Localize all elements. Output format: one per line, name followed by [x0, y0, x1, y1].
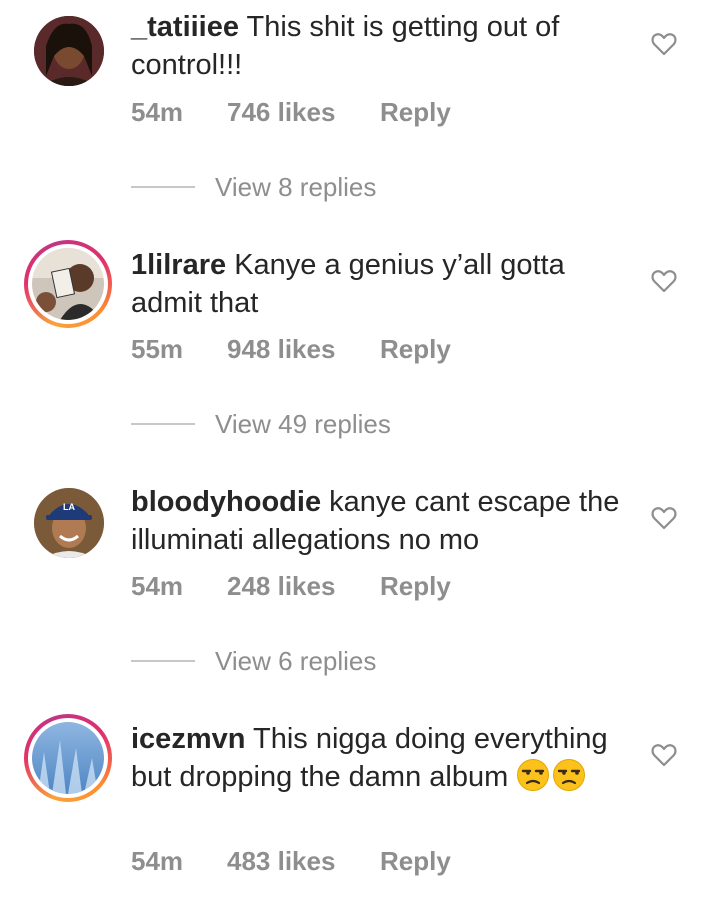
divider-line — [131, 660, 195, 662]
heart-outline-icon[interactable] — [651, 506, 677, 530]
comment-username[interactable]: _tatiiiee — [131, 11, 239, 43]
reply-button[interactable]: Reply — [380, 97, 451, 128]
comment-likes[interactable]: 248 likes — [227, 571, 380, 602]
unamused-face-emoji — [516, 758, 588, 796]
view-replies-button[interactable]: View 49 replies — [131, 409, 531, 439]
avatar-photo — [34, 16, 104, 86]
avatar[interactable]: LA — [24, 478, 112, 566]
comment-meta: 54m 746 likes Reply — [131, 97, 451, 128]
avatar-image — [34, 16, 104, 86]
view-replies-label: View 8 replies — [215, 172, 377, 202]
comment-likes[interactable]: 948 likes — [227, 334, 380, 365]
comment-time: 54m — [131, 846, 184, 876]
view-replies-button[interactable]: View 8 replies — [131, 172, 531, 202]
comment-meta: 54m 248 likes Reply — [131, 571, 451, 602]
svg-text:LA: LA — [63, 502, 75, 512]
view-replies-label: View 6 replies — [215, 646, 377, 676]
comment-time: 54m — [131, 571, 184, 601]
avatar-photo — [32, 248, 104, 320]
comment-meta: 54m 483 likes Reply — [131, 846, 451, 877]
comment-body: 1lilrare Kanye a genius y’all gotta admi… — [131, 246, 621, 322]
comment-username[interactable]: bloodyhoodie — [131, 486, 321, 518]
avatar[interactable] — [24, 714, 112, 802]
avatar-photo: LA — [34, 488, 104, 558]
avatar-image: LA — [34, 488, 104, 558]
avatar-photo — [32, 722, 104, 794]
view-replies-button[interactable]: View 6 replies — [131, 646, 531, 676]
comment-likes[interactable]: 483 likes — [227, 846, 380, 877]
heart-outline-icon[interactable] — [651, 269, 677, 293]
heart-outline-icon[interactable] — [651, 32, 677, 56]
divider-line — [131, 186, 195, 188]
unamused-face-icon — [517, 759, 550, 791]
comment-body: bloodyhoodie kanye cant escape the illum… — [131, 483, 621, 559]
comment-body: icezmvn This nigga doing everything but … — [131, 720, 621, 796]
comment-meta: 55m 948 likes Reply — [131, 334, 451, 365]
comment-username[interactable]: 1lilrare — [131, 249, 226, 281]
reply-button[interactable]: Reply — [380, 334, 451, 365]
avatar[interactable] — [24, 6, 112, 94]
unamused-face-icon — [553, 759, 586, 791]
heart-outline-icon[interactable] — [651, 743, 677, 767]
comment-body: _tatiiiee This shit is getting out of co… — [131, 8, 621, 84]
avatar[interactable] — [24, 240, 112, 328]
comment-username[interactable]: icezmvn — [131, 723, 245, 755]
reply-button[interactable]: Reply — [380, 846, 451, 877]
avatar-image — [32, 722, 104, 794]
reply-button[interactable]: Reply — [380, 571, 451, 602]
comment-time: 54m — [131, 97, 184, 127]
comment-time: 55m — [131, 334, 184, 364]
view-replies-label: View 49 replies — [215, 409, 391, 439]
comment-likes[interactable]: 746 likes — [227, 97, 380, 128]
divider-line — [131, 423, 195, 425]
avatar-image — [32, 248, 104, 320]
